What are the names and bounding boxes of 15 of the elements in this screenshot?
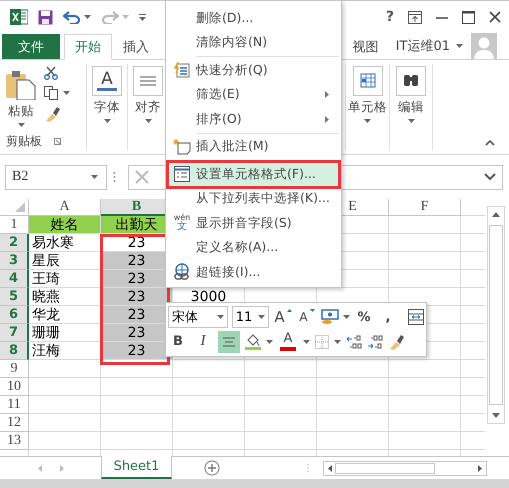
group-button-label: 对齐 <box>135 99 161 116</box>
group-button-label: 编辑 <box>398 99 424 116</box>
phonetic-icon: wén 文 <box>174 214 190 232</box>
table-cell: 王琦 <box>29 270 101 288</box>
group-button-label: 单元格 <box>348 99 387 116</box>
table-cell: 汪梅 <box>29 342 101 360</box>
table-cell: 华龙 <box>29 306 101 324</box>
table-cell: 23 <box>101 288 173 306</box>
table-cell: 晓燕 <box>29 288 101 306</box>
table-cell: 星辰 <box>29 252 101 270</box>
table-cell: 珊珊 <box>29 324 101 342</box>
table-cell: 姓名 <box>29 216 101 234</box>
group-label: 剪贴板 <box>6 133 42 150</box>
group-button-label: 字体 <box>94 99 120 116</box>
table-cell: 易水寒 <box>29 234 101 252</box>
